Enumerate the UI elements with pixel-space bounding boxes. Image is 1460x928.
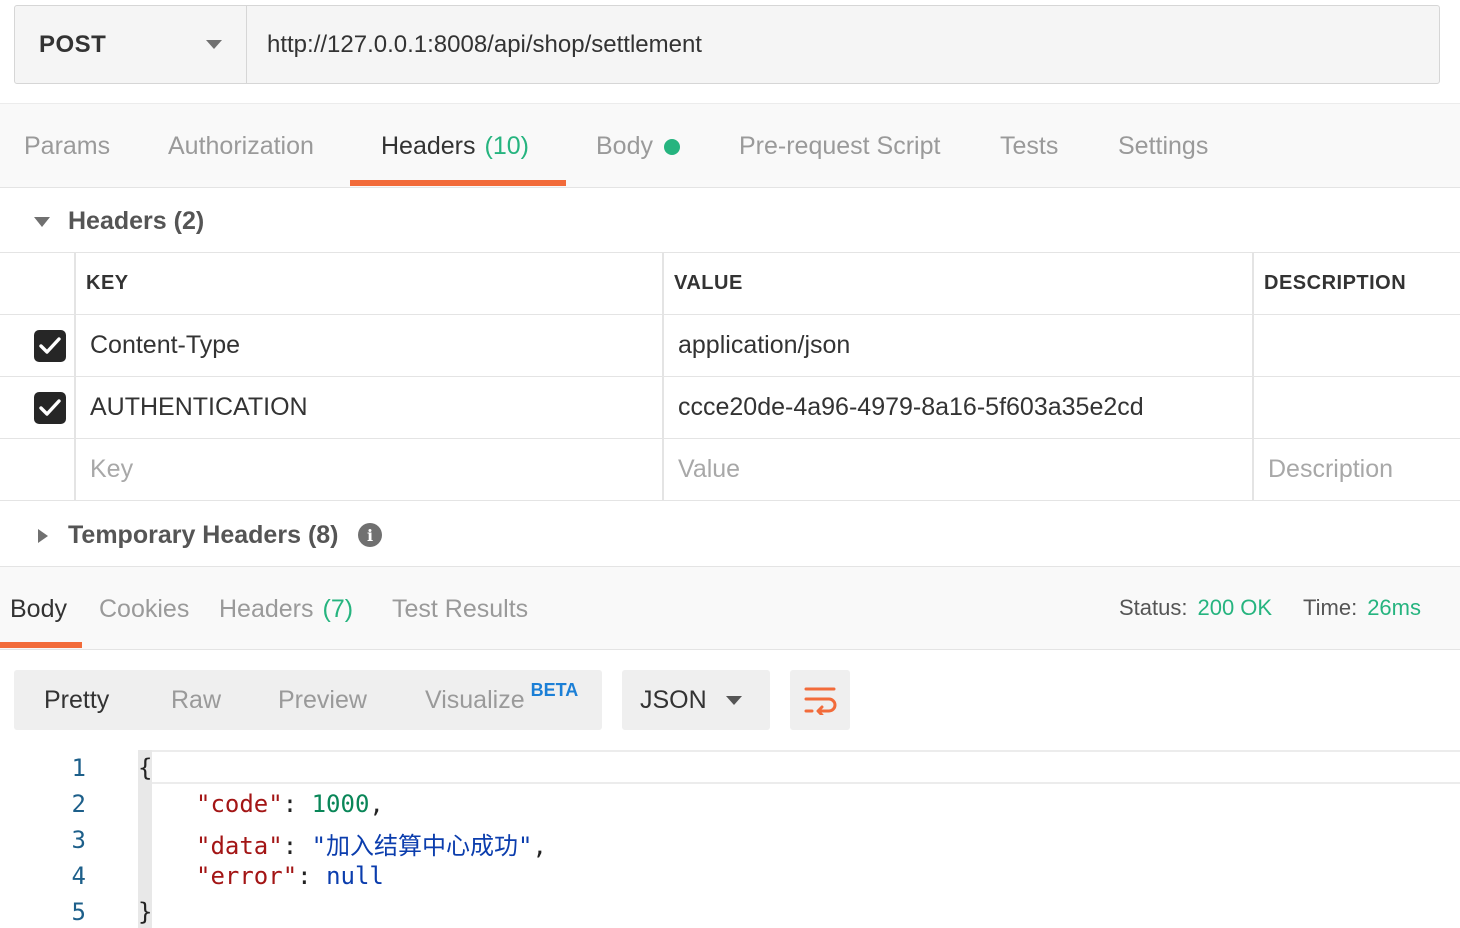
status-label: Status:: [1119, 595, 1188, 620]
line-number: 4: [71, 862, 86, 890]
tab-label: Settings: [1118, 131, 1209, 160]
section-title: Headers (2): [68, 206, 205, 235]
tab-body[interactable]: Body: [596, 104, 680, 188]
tab-label: Test Results: [392, 594, 529, 623]
table-row: Content-Type application/json: [0, 315, 1460, 377]
code-line: }: [138, 898, 153, 926]
chevron-down-icon: [726, 696, 742, 705]
headers-table: KEY VALUE DESCRIPTION Content-Type appli…: [0, 252, 1460, 501]
response-time: Time: 26ms: [1303, 566, 1421, 650]
language-select[interactable]: JSON: [622, 670, 770, 730]
url-text: http://127.0.0.1:8008/api/shop/settlemen…: [267, 30, 702, 58]
table-header-row: KEY VALUE DESCRIPTION: [0, 253, 1460, 315]
column-header-description: DESCRIPTION: [1264, 272, 1407, 294]
format-visualize-button[interactable]: Visualize BETA: [425, 670, 578, 730]
format-preview-button[interactable]: Preview: [278, 670, 367, 730]
visualize-label: Visualize: [425, 685, 525, 714]
tab-settings[interactable]: Settings: [1118, 104, 1208, 188]
code-line: {: [138, 754, 153, 782]
tab-tests[interactable]: Tests: [1000, 104, 1058, 188]
header-key-cell[interactable]: Content-Type: [90, 315, 240, 376]
checkmark-icon: [39, 337, 61, 354]
new-description-input[interactable]: Description: [1268, 439, 1393, 500]
method-select[interactable]: POST: [15, 6, 247, 83]
body-indicator-dot-icon: [663, 139, 680, 155]
format-raw-button[interactable]: Raw: [171, 670, 221, 730]
request-url-bar: POST http://127.0.0.1:8008/api/shop/sett…: [0, 0, 1460, 104]
tab-label: Tests: [1000, 131, 1059, 160]
time-label: Time:: [1303, 595, 1358, 620]
line-number: 1: [71, 754, 86, 782]
format-mode-group: Pretty Raw Preview Visualize BETA: [14, 670, 602, 730]
tab-label: Headers: [219, 594, 314, 623]
section-title: Temporary Headers (8): [68, 520, 339, 549]
line-number: 3: [71, 826, 86, 854]
code-line: "code": 1000,: [196, 790, 384, 818]
header-value-cell[interactable]: application/json: [678, 315, 850, 376]
tab-label: Authorization: [168, 131, 314, 160]
tab-label: Body: [596, 131, 653, 160]
tab-params[interactable]: Params: [24, 104, 110, 188]
response-status: Status: 200 OK: [1119, 566, 1272, 650]
tab-headers[interactable]: Headers (10): [381, 104, 529, 188]
code-line: "error": null: [196, 862, 384, 890]
active-response-tab-underline: [0, 642, 82, 648]
active-tab-underline: [350, 180, 566, 186]
new-header-row: Key Value Description: [0, 439, 1460, 501]
code-line: "data": "加入结算中心成功",: [196, 832, 547, 860]
wrap-lines-icon: [804, 687, 837, 715]
tab-pre-request-script[interactable]: Pre-request Script: [739, 104, 940, 188]
info-icon[interactable]: i: [358, 523, 382, 547]
method-label: POST: [39, 30, 107, 58]
response-body-viewer[interactable]: 1 2 3 4 5 { "code": 1000, "data": "加入结算中…: [0, 750, 1460, 928]
tab-label: Body: [10, 594, 67, 623]
response-tab-cookies[interactable]: Cookies: [99, 567, 189, 651]
request-tabs: Params Authorization Headers (10) Body P…: [0, 104, 1460, 188]
header-value-cell[interactable]: ccce20de-4a96-4979-8a16-5f603a35e2cd: [678, 377, 1144, 438]
time-value: 26ms: [1367, 595, 1421, 620]
response-tab-headers[interactable]: Headers (7): [219, 567, 353, 651]
new-key-input[interactable]: Key: [90, 439, 133, 500]
line-number: 5: [71, 898, 86, 926]
new-value-input[interactable]: Value: [678, 439, 740, 500]
format-pretty-button[interactable]: Pretty: [44, 670, 109, 730]
column-header-value: VALUE: [674, 272, 743, 294]
current-line-highlight: [152, 750, 1460, 784]
chevron-down-icon: [206, 40, 222, 49]
language-label: JSON: [640, 685, 707, 714]
header-key-cell[interactable]: AUTHENTICATION: [90, 377, 308, 438]
tab-label: Pre-request Script: [739, 131, 941, 160]
response-tab-test-results[interactable]: Test Results: [392, 567, 528, 651]
wrap-lines-button[interactable]: [790, 670, 850, 730]
row-checkbox[interactable]: [34, 330, 66, 362]
status-value: 200 OK: [1197, 595, 1273, 620]
tab-label: Cookies: [99, 594, 190, 623]
tab-label: Headers: [381, 131, 476, 160]
checkmark-icon: [39, 399, 61, 416]
triangle-down-icon: [34, 217, 50, 227]
response-tab-body[interactable]: Body: [10, 567, 67, 651]
line-number: 2: [71, 790, 86, 818]
temporary-headers-toggle[interactable]: Temporary Headers (8) i: [0, 503, 1460, 567]
tab-count: (10): [484, 131, 529, 160]
column-header-key: KEY: [86, 272, 129, 294]
tab-label: Params: [24, 131, 111, 160]
tab-count: (7): [322, 594, 354, 623]
headers-section-toggle[interactable]: Headers (2): [0, 189, 1460, 253]
table-row: AUTHENTICATION ccce20de-4a96-4979-8a16-5…: [0, 377, 1460, 439]
beta-badge: BETA: [530, 679, 579, 700]
row-checkbox[interactable]: [34, 392, 66, 424]
tab-authorization[interactable]: Authorization: [168, 104, 314, 188]
triangle-right-icon: [38, 529, 48, 543]
url-input[interactable]: http://127.0.0.1:8008/api/shop/settlemen…: [247, 6, 1439, 83]
request-url-box: POST http://127.0.0.1:8008/api/shop/sett…: [14, 5, 1440, 84]
